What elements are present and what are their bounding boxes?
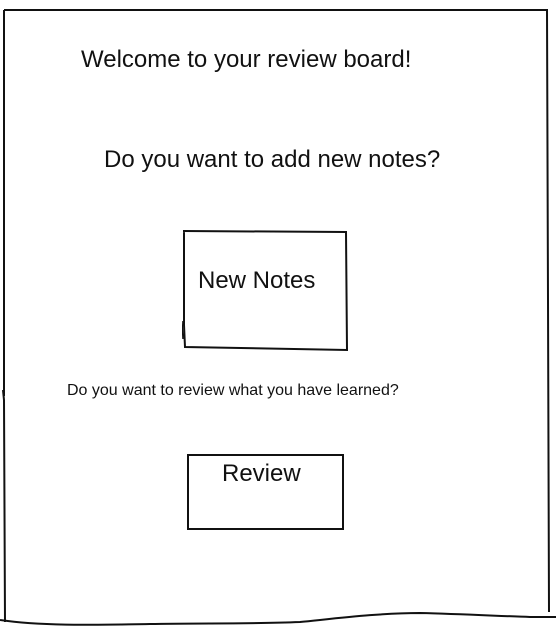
review-question: Do you want to review what you have lear… xyxy=(67,382,399,399)
review-button-label: Review xyxy=(222,460,301,487)
new-notes-button-label: New Notes xyxy=(198,267,316,294)
add-notes-question: Do you want to add new notes? xyxy=(104,146,441,173)
review-button[interactable]: Review xyxy=(187,454,344,530)
welcome-heading: Welcome to your review board! xyxy=(81,46,412,73)
new-notes-button[interactable]: New Notes xyxy=(182,229,348,353)
